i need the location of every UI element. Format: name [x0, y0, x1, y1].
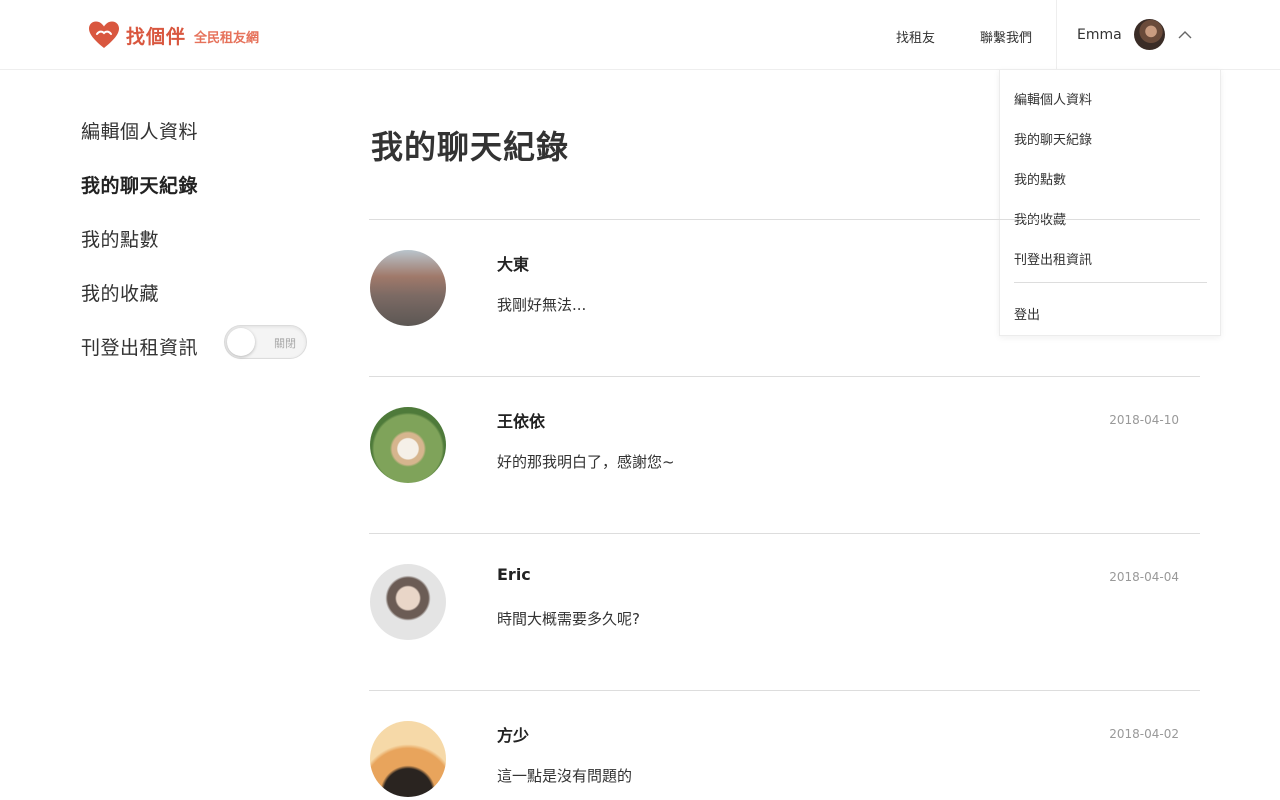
sidebar-item-post-listing[interactable]: 刊登出租資訊 — [81, 333, 198, 360]
sidebar-item-edit-profile[interactable]: 編輯個人資料 — [81, 117, 198, 144]
chat-name: 方少 — [497, 726, 530, 745]
sidebar-item-chat-history[interactable]: 我的聊天紀錄 — [81, 171, 198, 198]
nav-divider — [1056, 0, 1057, 70]
chat-message: 時間大概需要多久呢? — [497, 610, 640, 628]
top-header: 找個伴 全民租友網 找租友 聯繫我們 Emma — [0, 0, 1280, 70]
toggle-knob — [227, 328, 255, 356]
chat-message: 這一點是沒有問題的 — [497, 767, 633, 785]
chat-avatar — [370, 407, 446, 483]
chat-message: 好的那我明白了，感謝您~ — [497, 453, 675, 471]
chat-list-item[interactable]: 大東 我剛好無法... — [369, 219, 1200, 376]
logo-tagline: 全民租友網 — [194, 31, 260, 46]
nav-contact-us[interactable]: 聯繫我們 — [980, 27, 1032, 46]
dropdown-item-edit-profile[interactable]: 編輯個人資料 — [1014, 89, 1092, 108]
page-title: 我的聊天紀錄 — [371, 128, 570, 166]
toggle-label: 關閉 — [274, 337, 296, 350]
site-logo[interactable]: 找個伴 全民租友網 — [88, 20, 259, 50]
chat-date: 2018-04-10 — [1109, 413, 1179, 427]
chat-list-item[interactable]: 王依依 好的那我明白了，感謝您~ 2018-04-10 — [369, 376, 1200, 533]
sidebar-item-favorites[interactable]: 我的收藏 — [81, 279, 159, 306]
chat-list-item[interactable]: 方少 這一點是沒有問題的 2018-04-02 — [369, 690, 1200, 800]
chat-date: 2018-04-04 — [1109, 570, 1179, 584]
chat-list-item[interactable]: Eric 時間大概需要多久呢? 2018-04-04 — [369, 533, 1200, 690]
heart-hands-logo-icon — [89, 21, 119, 48]
chat-avatar — [370, 250, 446, 326]
chat-avatar — [370, 564, 446, 640]
chat-avatar — [370, 721, 446, 797]
logo-name: 找個伴 — [126, 25, 187, 48]
chat-message: 我剛好無法... — [497, 296, 587, 314]
chat-name: Eric — [497, 565, 531, 584]
nav-find-friends[interactable]: 找租友 — [896, 27, 935, 46]
sidebar-item-points[interactable]: 我的點數 — [81, 225, 159, 252]
listing-toggle-switch[interactable]: 關閉 — [224, 325, 307, 359]
chat-name: 王依依 — [497, 412, 546, 431]
chat-name: 大東 — [497, 255, 530, 274]
user-avatar[interactable] — [1134, 19, 1165, 50]
chat-date: 2018-04-02 — [1109, 727, 1179, 741]
dropdown-item-points[interactable]: 我的點數 — [1014, 169, 1066, 188]
dropdown-item-chat-history[interactable]: 我的聊天紀錄 — [1014, 129, 1092, 148]
chevron-up-icon[interactable] — [1176, 26, 1194, 44]
user-name[interactable]: Emma — [1077, 27, 1122, 43]
